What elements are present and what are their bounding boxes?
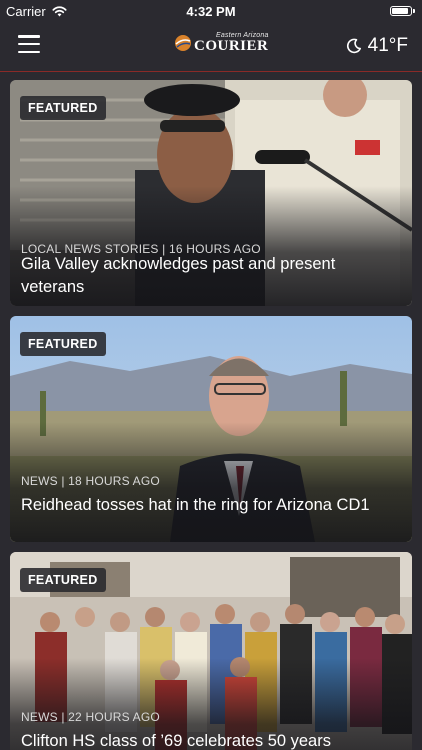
app-header: Eastern Arizona COURIER 41°F (0, 22, 422, 72)
hamburger-menu-icon[interactable] (18, 35, 40, 53)
menu-line (18, 42, 40, 46)
status-bar: Carrier 4:32 PM (0, 0, 422, 22)
weather-widget[interactable]: 41°F (346, 35, 408, 57)
article-card[interactable]: FEATURED NEWS | 22 HOURS AGO Clifton HS … (10, 552, 412, 750)
menu-line (18, 35, 40, 38)
article-meta: NEWS | 18 HOURS AGO (21, 474, 160, 488)
featured-badge: FEATURED (20, 96, 106, 120)
temperature: 41°F (367, 35, 408, 56)
courier-logo[interactable]: Eastern Arizona COURIER (174, 32, 269, 54)
battery-icon (390, 6, 415, 16)
featured-badge: FEATURED (20, 568, 106, 592)
article-title[interactable]: Gila Valley acknowledges past and presen… (21, 253, 398, 298)
article-card[interactable]: FEATURED LOCAL NEWS STORIES | 16 HOURS A… (10, 80, 412, 306)
article-card[interactable]: FEATURED NEWS | 18 HOURS AGO Reidhead to… (10, 316, 412, 542)
carrier-label: Carrier (6, 3, 46, 19)
moon-icon (346, 38, 361, 54)
carrier-group: Carrier (6, 4, 67, 19)
menu-line (18, 50, 40, 53)
logo-globe-icon (175, 35, 191, 51)
logo-text: Eastern Arizona COURIER (194, 32, 269, 54)
article-title[interactable]: Clifton HS class of ’69 celebrates 50 ye… (21, 730, 398, 750)
featured-badge: FEATURED (20, 332, 106, 356)
wifi-icon (52, 5, 67, 16)
logo-big-text: COURIER (194, 38, 269, 54)
article-title[interactable]: Reidhead tosses hat in the ring for Ariz… (21, 494, 398, 516)
battery-level (392, 8, 409, 14)
article-meta: NEWS | 22 HOURS AGO (21, 710, 160, 724)
